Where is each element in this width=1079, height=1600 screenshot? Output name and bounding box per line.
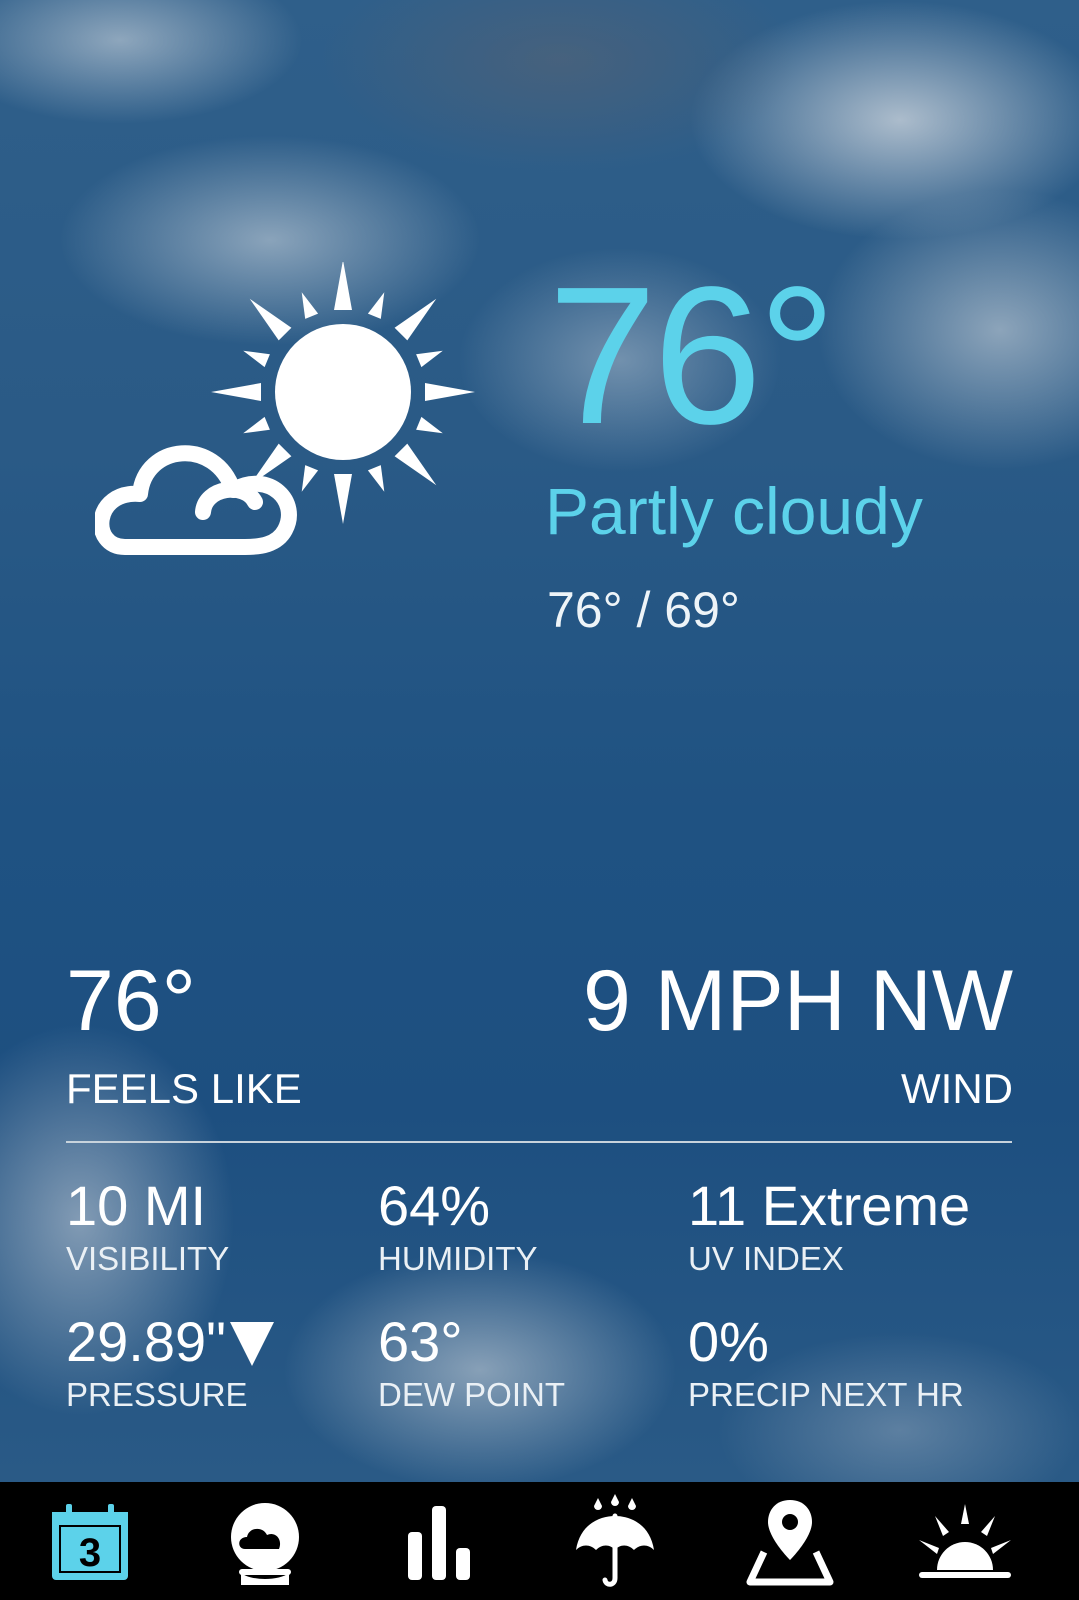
visibility-label: VISIBILITY — [66, 1240, 230, 1277]
nav-charts[interactable] — [385, 1490, 495, 1594]
current-temperature: 76° — [548, 246, 836, 465]
nav-precipitation[interactable] — [560, 1490, 670, 1594]
map-pin-icon — [746, 1500, 834, 1586]
wind-label: WIND — [901, 1065, 1013, 1112]
sun-ray — [394, 443, 437, 486]
uv-index-label: UV INDEX — [688, 1240, 844, 1277]
sun-ray — [334, 262, 352, 310]
dew-point-value: 63° — [378, 1310, 463, 1373]
humidity-value: 64% — [378, 1174, 491, 1237]
nav-calendar[interactable]: 3 — [35, 1490, 145, 1594]
nav-sun[interactable] — [910, 1490, 1020, 1594]
sun-ray — [301, 292, 319, 319]
visibility-value: 10 MI — [66, 1174, 207, 1237]
precip-value: 0% — [688, 1310, 769, 1373]
sun-ray — [211, 383, 261, 401]
nav-radar[interactable] — [210, 1490, 320, 1594]
sun-ray — [425, 383, 475, 401]
sun-ray — [367, 292, 385, 319]
uv-index-value: 11 Extreme — [688, 1174, 971, 1237]
sunrise-icon — [919, 1504, 1011, 1578]
bar-chart-icon — [408, 1506, 470, 1580]
sun-ray — [243, 416, 270, 434]
section-divider — [66, 1141, 1012, 1143]
humidity-label: HUMIDITY — [378, 1240, 538, 1277]
nav-map[interactable] — [735, 1490, 845, 1594]
sun-ray — [416, 416, 443, 434]
sun-ray — [243, 350, 270, 368]
feels-like-value: 76° — [66, 953, 197, 1049]
sun-ray — [334, 474, 352, 524]
dew-point-label: DEW POINT — [378, 1376, 565, 1413]
falling-triangle-icon — [230, 1322, 275, 1366]
wind-value: 9 MPH NW — [583, 953, 1013, 1049]
pressure-value: 29.89" — [66, 1310, 227, 1373]
condition-text: Partly cloudy — [545, 474, 923, 548]
feels-like-label: FEELS LIKE — [66, 1065, 302, 1112]
sun-ray — [394, 298, 437, 341]
high-low-temperature: 76° / 69° — [547, 582, 740, 638]
precip-label: PRECIP NEXT HR — [688, 1376, 964, 1413]
pressure-row: 29.89" — [66, 1314, 276, 1370]
partly-cloudy-sun-icon — [95, 262, 475, 555]
calendar-icon: 3 — [52, 1504, 128, 1580]
sun-ray — [367, 465, 385, 492]
sun-ray — [249, 298, 292, 341]
calendar-badge: 3 — [79, 1531, 101, 1575]
umbrella-rain-icon — [576, 1494, 654, 1587]
sun-ray — [416, 350, 443, 368]
pressure-label: PRESSURE — [66, 1376, 248, 1413]
sun-ray — [301, 465, 319, 492]
cloud-globe-icon — [231, 1503, 299, 1585]
